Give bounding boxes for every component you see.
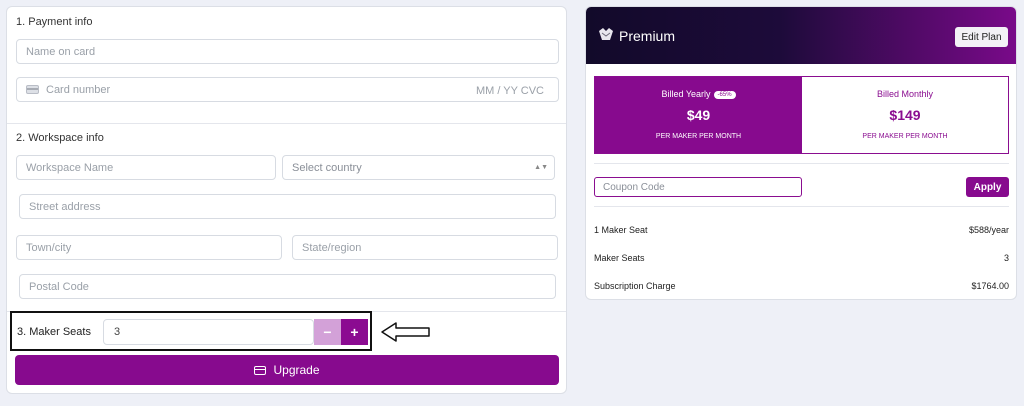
maker-seats-label: 3. Maker Seats [17,326,91,338]
summary-label: Maker Seats [594,253,645,263]
arrow-left-icon [381,322,430,342]
yearly-price-unit: PER MAKER PER MONTH [655,133,742,140]
coupon-code-input[interactable]: Coupon Code [594,177,802,197]
country-select[interactable]: Select country ▲▼ [282,155,555,180]
expiry-cvc-placeholder: MM / YY CVC [475,85,544,97]
name-on-card-input[interactable]: Name on card [16,39,559,64]
town-city-input[interactable]: Town/city [16,235,282,260]
yearly-price: $49 [686,107,711,123]
decrement-seats-button[interactable]: − [314,319,341,345]
country-select-value: Select country [292,161,362,174]
billed-monthly-label: Billed Monthly [876,89,934,99]
card-number-input[interactable]: Card number MM / YY CVC [16,77,559,102]
monthly-price-unit: PER MAKER PER MONTH [862,133,948,140]
workspace-name-input[interactable]: Workspace Name [16,155,276,180]
upgrade-button-label: Upgrade [273,363,320,377]
payment-info-title: 1. Payment info [16,16,93,28]
chevron-down-icon: ▲▼ [534,164,548,171]
billing-toggle: Billed Yearly -65% $49 PER MAKER PER MONT… [594,76,1009,154]
billed-yearly-option[interactable]: Billed Yearly -65% $49 PER MAKER PER MONT… [595,77,802,153]
postal-code-input[interactable]: Postal Code [19,274,556,299]
state-region-input[interactable]: State/region [292,235,558,260]
increment-seats-button[interactable]: + [341,319,368,345]
summary-label: Subscription Charge [594,281,676,291]
section-divider [594,163,1009,164]
premium-logo-icon [599,28,613,40]
plan-summary-card: Premium Edit Plan Billed Yearly -65% $49 … [585,6,1017,300]
maker-seats-highlight: 3. Maker Seats 3 − + [10,311,372,351]
street-address-input[interactable]: Street address [19,194,556,219]
plan-title: Premium [619,28,676,44]
edit-plan-button[interactable]: Edit Plan [955,27,1008,47]
discount-badge: -65% [713,90,736,99]
summary-row: 1 Maker Seat $588/year [594,225,1009,235]
credit-card-icon [254,365,267,375]
summary-value: $1764.00 [971,281,1009,291]
summary-value: 3 [1003,253,1009,263]
section-divider [7,123,566,124]
summary-row: Subscription Charge $1764.00 [594,281,1009,291]
summary-value: $588/year [968,225,1009,235]
workspace-info-title: 2. Workspace info [16,132,104,144]
billed-monthly-option[interactable]: Billed Monthly $149 PER MAKER PER MONTH [802,77,1008,153]
credit-card-icon [26,85,39,94]
premium-header: Premium Edit Plan [586,7,1016,64]
summary-label: 1 Maker Seat [594,225,648,235]
card-number-placeholder: Card number [46,83,111,96]
billed-yearly-name-row: Billed Yearly -65% [595,89,802,99]
summary-row: Maker Seats 3 [594,253,1009,263]
billed-yearly-label: Billed Yearly [661,89,711,99]
section-divider [594,206,1009,207]
maker-seats-input[interactable]: 3 [103,319,314,345]
monthly-price: $149 [889,107,921,123]
apply-coupon-button[interactable]: Apply [966,177,1009,197]
upgrade-button[interactable]: Upgrade [15,355,559,385]
